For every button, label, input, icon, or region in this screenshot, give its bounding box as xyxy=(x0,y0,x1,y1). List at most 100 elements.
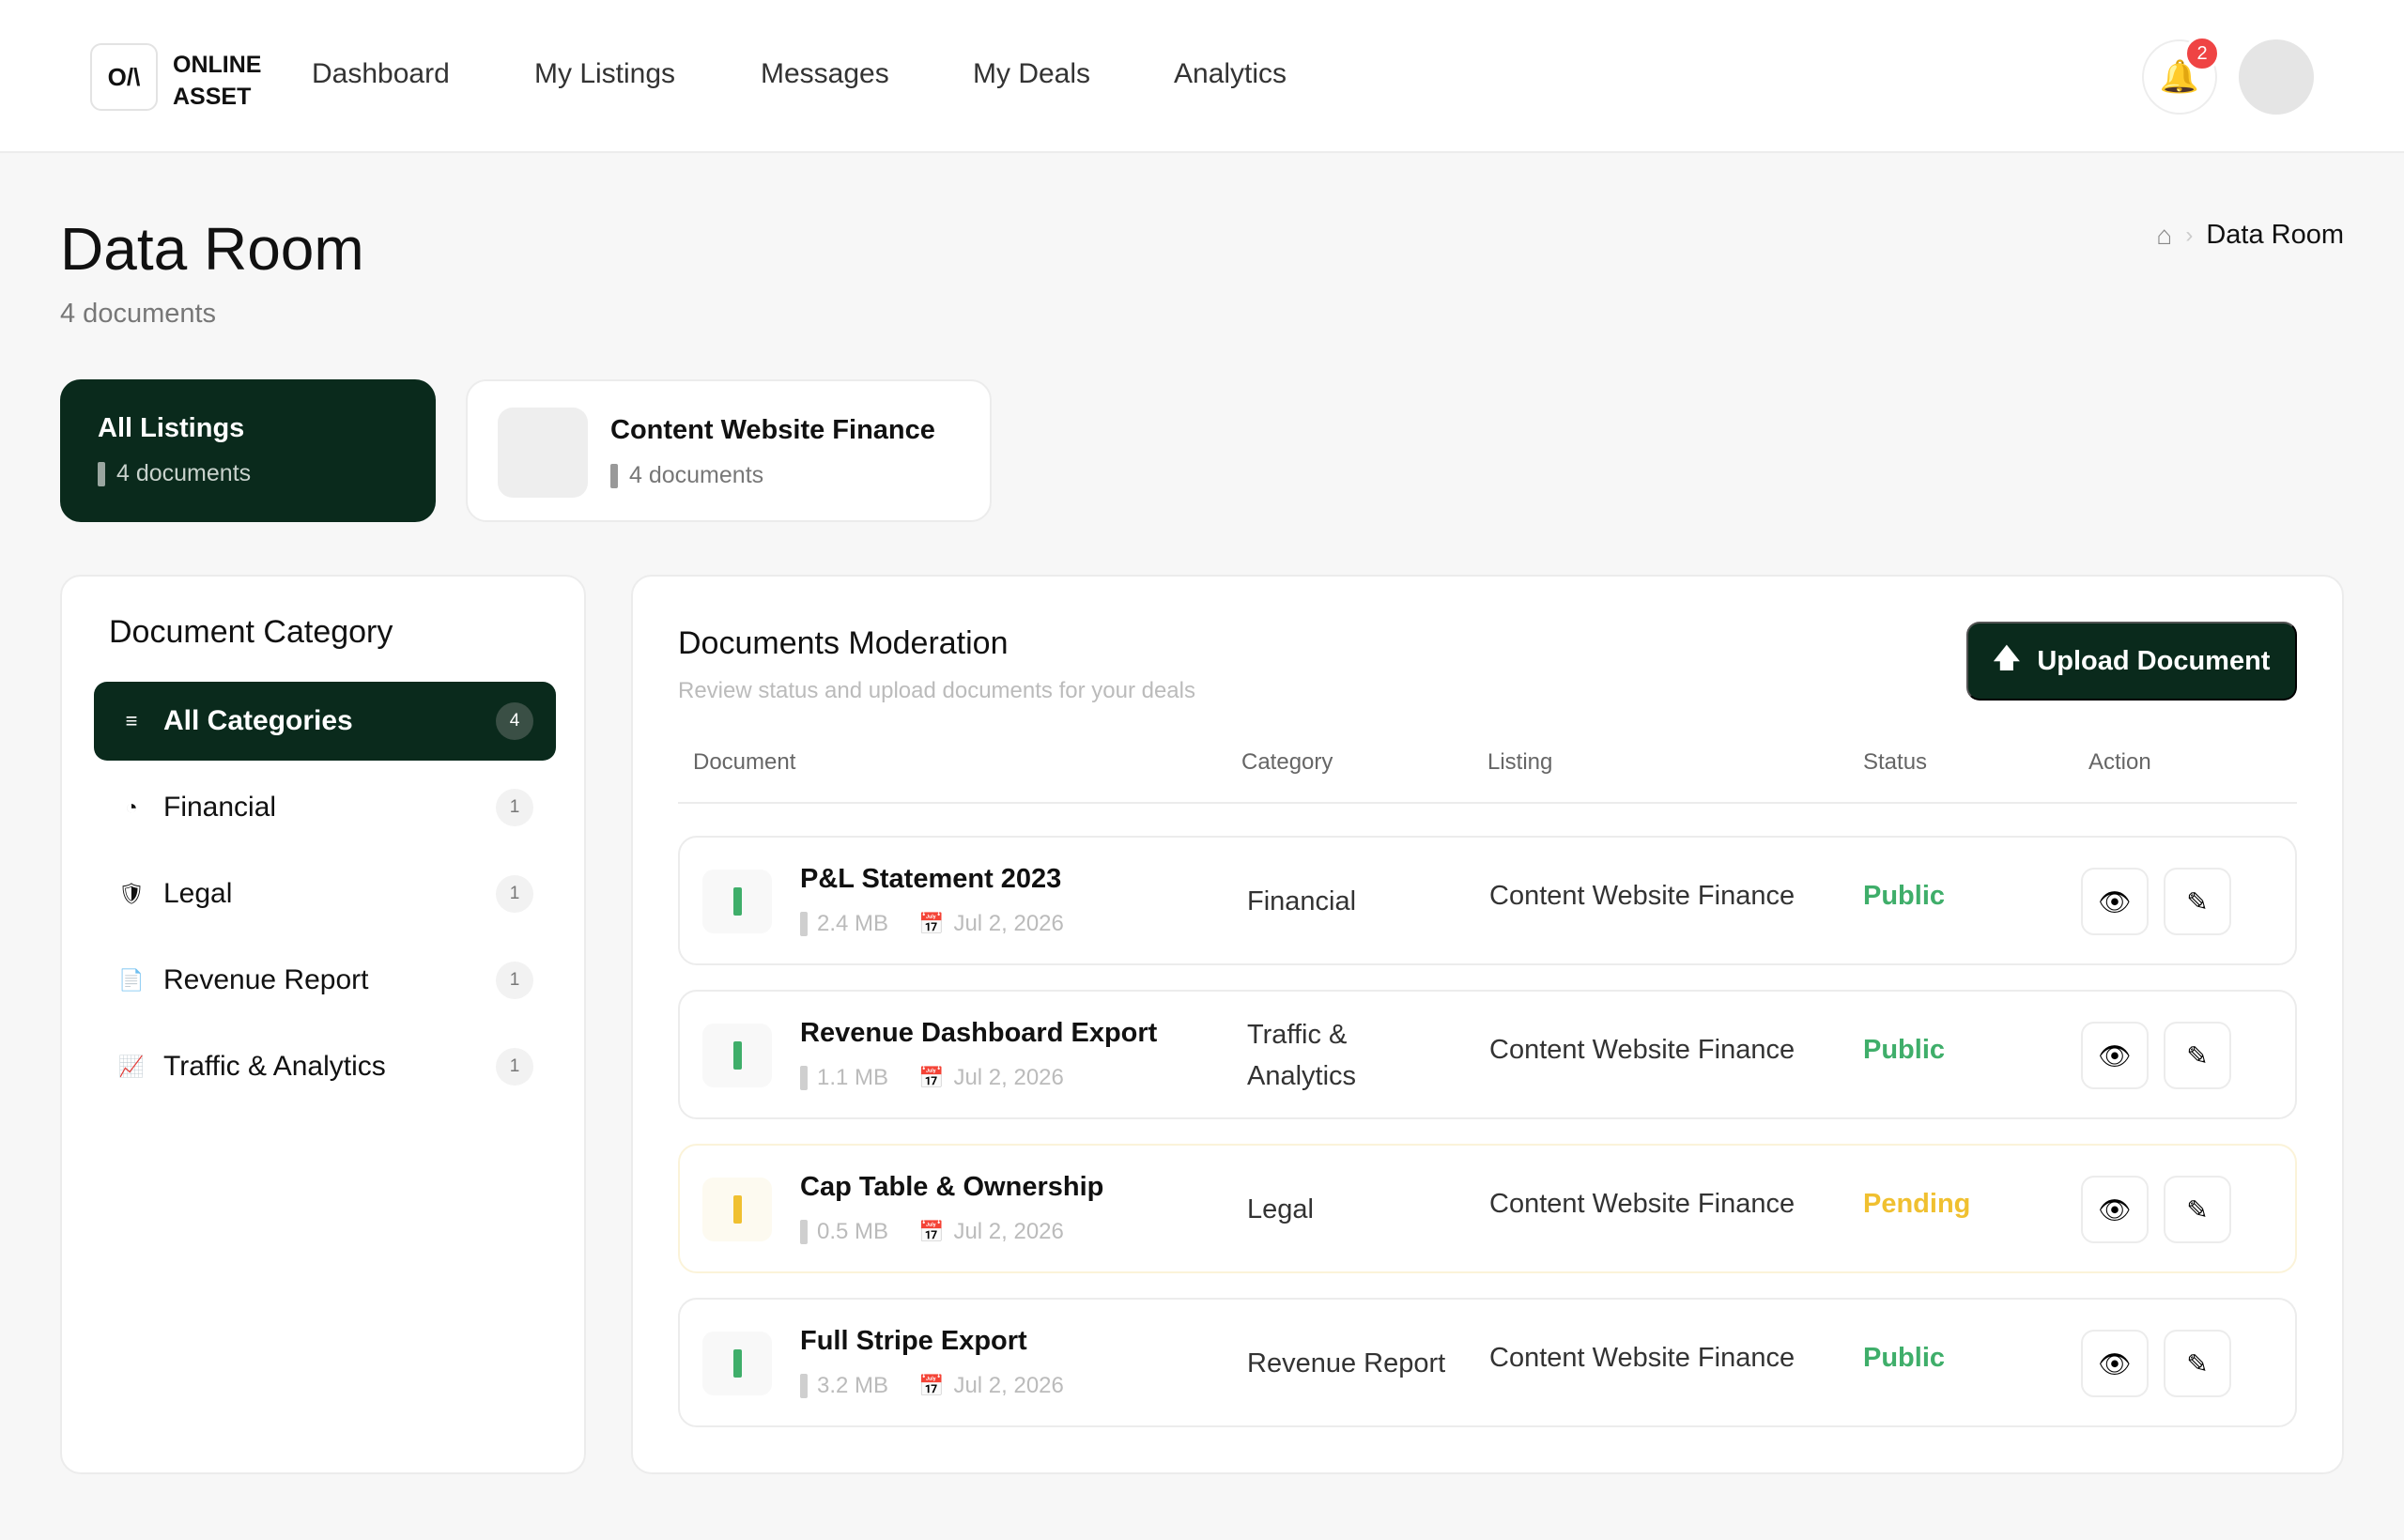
nav-dashboard[interactable]: Dashboard xyxy=(312,58,450,90)
edit-button[interactable]: ✎ xyxy=(2164,868,2231,935)
page-title: Data Room xyxy=(60,215,364,283)
category-revenue-report[interactable]: 📄 Revenue Report 1 xyxy=(94,941,556,1020)
listing-thumbnail xyxy=(498,408,588,498)
view-button[interactable]: 👁 xyxy=(2081,1176,2149,1243)
category-count: 1 xyxy=(496,962,533,999)
logo-mark[interactable]: O/\ xyxy=(90,43,158,111)
nav-my-listings[interactable]: My Listings xyxy=(534,58,675,90)
listing-card-count: 4 documents xyxy=(610,462,763,489)
upload-document-button[interactable]: 🡅 Upload Document xyxy=(1966,622,2297,701)
file-size-icon xyxy=(800,912,808,936)
nav-my-deals[interactable]: My Deals xyxy=(973,58,1090,90)
home-icon[interactable]: ⌂ xyxy=(2156,221,2172,251)
listing-card-count-text: 4 documents xyxy=(629,462,764,488)
status-badge: Public xyxy=(1863,881,1946,911)
upload-arrow-icon: 🡅 xyxy=(1993,643,2021,672)
document-date: Jul 2, 2026 xyxy=(953,1219,1064,1244)
listing-card-count-text: 4 documents xyxy=(116,460,252,486)
document-icon xyxy=(610,463,618,488)
edit-button[interactable]: ✎ xyxy=(2164,1176,2231,1243)
file-icon xyxy=(702,870,772,933)
document-size: 3.2 MB xyxy=(817,1373,889,1398)
document-date: Jul 2, 2026 xyxy=(953,1373,1064,1398)
listing-card-title: All Listings xyxy=(98,413,245,443)
table-row[interactable]: P&L Statement 2023 2.4 MB 📅 Jul 2, 2026 … xyxy=(678,836,2297,965)
user-avatar[interactable] xyxy=(2239,39,2314,115)
chevron-right-icon: › xyxy=(2185,222,2194,248)
column-header-category: Category xyxy=(1241,749,1333,775)
document-category: Legal xyxy=(1247,1194,1314,1224)
category-all[interactable]: ≡ All Categories 4 xyxy=(94,682,556,761)
category-count: 1 xyxy=(496,875,533,913)
listing-card-count: 4 documents xyxy=(98,460,251,487)
document-meta: 0.5 MB 📅 Jul 2, 2026 xyxy=(800,1219,1064,1245)
document-meta: 1.1 MB 📅 Jul 2, 2026 xyxy=(800,1065,1064,1091)
column-header-document: Document xyxy=(693,749,796,775)
eye-icon: 👁 xyxy=(2098,886,2132,916)
status-badge: Public xyxy=(1863,1343,1946,1373)
top-navbar: O/\ ONLINE ASSET Dashboard My Listings M… xyxy=(0,0,2404,153)
edit-button[interactable]: ✎ xyxy=(2164,1022,2231,1089)
pencil-icon: ✎ xyxy=(2186,1194,2209,1224)
breadcrumb-current: Data Room xyxy=(2206,220,2344,250)
category-label: Legal xyxy=(163,878,233,909)
document-icon: 📄 xyxy=(118,968,145,992)
category-label: All Categories xyxy=(163,705,353,736)
view-button[interactable]: 👁 xyxy=(2081,1022,2149,1089)
file-size-icon xyxy=(800,1374,808,1398)
document-category: Revenue Report xyxy=(1247,1348,1446,1378)
logo-line-2: ASSET xyxy=(173,84,252,110)
pencil-icon: ✎ xyxy=(2186,886,2209,916)
upload-button-label: Upload Document xyxy=(2037,645,2271,676)
eye-icon: 👁 xyxy=(2098,1348,2132,1378)
logo-line-1: ONLINE xyxy=(173,52,262,78)
document-name: Full Stripe Export xyxy=(800,1326,1027,1356)
page-subtitle: 4 documents xyxy=(60,299,217,329)
status-badge: Public xyxy=(1863,1035,1946,1065)
category-panel-title: Document Category xyxy=(109,614,393,650)
table-row[interactable]: Cap Table & Ownership 0.5 MB 📅 Jul 2, 20… xyxy=(678,1144,2297,1273)
calendar-icon: 📅 xyxy=(918,1374,945,1397)
category-traffic-analytics[interactable]: 📈 Traffic & Analytics 1 xyxy=(94,1027,556,1106)
document-category: Traffic & Analytics xyxy=(1247,1020,1357,1091)
file-size-icon xyxy=(800,1066,808,1090)
listing-card-content-website-finance[interactable]: Content Website Finance 4 documents xyxy=(466,379,992,522)
calendar-icon: 📅 xyxy=(918,912,945,935)
document-category: Financial xyxy=(1247,886,1357,916)
calendar-icon: 📅 xyxy=(918,1066,945,1089)
column-header-status: Status xyxy=(1863,749,1928,775)
edit-button[interactable]: ✎ xyxy=(2164,1330,2231,1397)
document-meta: 3.2 MB 📅 Jul 2, 2026 xyxy=(800,1373,1064,1399)
document-size: 2.4 MB xyxy=(817,911,889,936)
eye-icon: 👁 xyxy=(2098,1040,2132,1070)
document-listing: Content Website Finance xyxy=(1489,881,1795,911)
documents-panel-subtitle: Review status and upload documents for y… xyxy=(678,678,1195,703)
category-financial[interactable]: ◔ Financial 1 xyxy=(94,768,556,847)
category-count: 1 xyxy=(496,1048,533,1086)
nav-messages[interactable]: Messages xyxy=(761,58,889,90)
documents-moderation-panel: Documents Moderation Review status and u… xyxy=(631,575,2344,1474)
document-listing: Content Website Finance xyxy=(1489,1189,1795,1219)
file-icon xyxy=(702,1024,772,1087)
pie-chart-icon: ◔ xyxy=(125,795,138,819)
shield-icon: 🛡 xyxy=(118,882,145,905)
table-row[interactable]: Revenue Dashboard Export 1.1 MB 📅 Jul 2,… xyxy=(678,990,2297,1119)
document-date: Jul 2, 2026 xyxy=(953,1065,1064,1090)
view-button[interactable]: 👁 xyxy=(2081,868,2149,935)
category-count: 1 xyxy=(496,789,533,826)
document-listing: Content Website Finance xyxy=(1489,1343,1795,1373)
logo-text[interactable]: ONLINE ASSET xyxy=(173,49,261,113)
column-header-action: Action xyxy=(2088,749,2151,775)
nav-analytics[interactable]: Analytics xyxy=(1174,58,1287,90)
category-label: Financial xyxy=(163,792,277,823)
file-icon xyxy=(702,1178,772,1241)
view-button[interactable]: 👁 xyxy=(2081,1330,2149,1397)
category-count: 4 xyxy=(496,702,533,740)
column-header-listing: Listing xyxy=(1487,749,1553,775)
table-row[interactable]: Full Stripe Export 3.2 MB 📅 Jul 2, 2026 … xyxy=(678,1298,2297,1427)
listing-card-all[interactable]: All Listings 4 documents xyxy=(60,379,436,522)
document-icon xyxy=(98,461,105,486)
category-legal[interactable]: 🛡 Legal 1 xyxy=(94,855,556,933)
pencil-icon: ✎ xyxy=(2186,1040,2209,1070)
status-badge: Pending xyxy=(1863,1189,1971,1219)
